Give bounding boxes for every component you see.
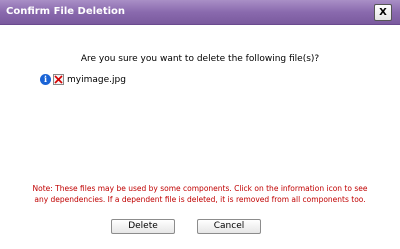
dependency-note: Note: These files may be used by some co…	[0, 183, 400, 205]
note-line-2: any dependencies. If a dependent file is…	[34, 195, 366, 204]
note-line-1: Note: These files may be used by some co…	[32, 184, 368, 193]
confirm-file-deletion-dialog: Confirm File Deletion X Are you sure you…	[0, 0, 400, 249]
confirmation-question: Are you sure you want to delete the foll…	[80, 54, 320, 64]
info-icon[interactable]: i	[40, 74, 51, 85]
broken-image-icon	[53, 74, 64, 85]
cancel-button[interactable]: Cancel	[197, 219, 261, 234]
close-button[interactable]: X	[374, 4, 392, 21]
file-name: myimage.jpg	[67, 75, 126, 85]
delete-button[interactable]: Delete	[111, 219, 175, 234]
dialog-titlebar: Confirm File Deletion X	[0, 0, 400, 25]
dialog-title: Confirm File Deletion	[6, 6, 126, 17]
